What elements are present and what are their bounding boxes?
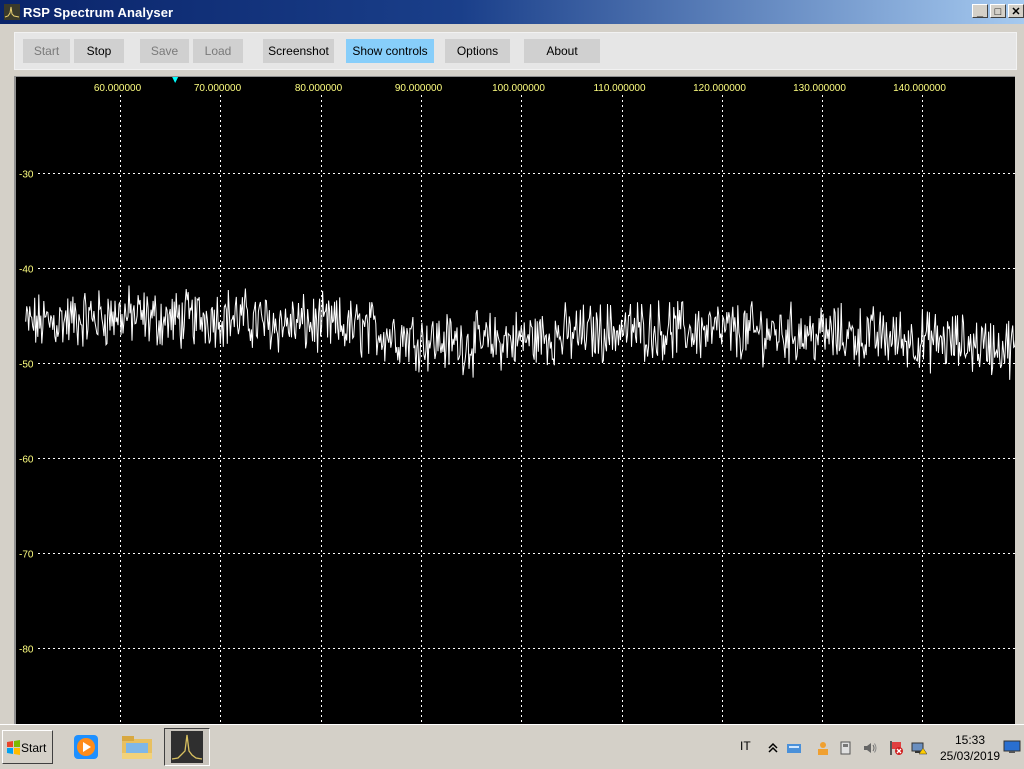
volume-icon[interactable] (862, 740, 878, 756)
about-button[interactable]: About (524, 39, 600, 63)
spectrum-plot[interactable]: 60.000000 70.000000 80.000000 90.000000 100.… (14, 76, 1015, 724)
x-tick-label: 90.000000 (395, 83, 443, 94)
x-tick-label: 140.000000 (893, 83, 946, 94)
frequency-marker[interactable] (172, 77, 179, 83)
x-tick-label: 130.000000 (793, 83, 846, 94)
clock-time[interactable]: 15:33 (955, 733, 985, 747)
x-tick-label: 60.000000 (94, 83, 142, 94)
taskbar: Start IT 15:33 25/03/2019 (0, 724, 1024, 769)
user-accounts-icon[interactable] (815, 740, 831, 756)
toolbar: Start Stop Save Load Screenshot Show con… (14, 32, 1017, 70)
spectrum-trace (25, 285, 1015, 380)
x-tick-label: 80.000000 (295, 83, 343, 94)
y-tick-label: -60 (19, 455, 34, 466)
start-label: Start (21, 741, 47, 755)
x-tick-label: 70.000000 (194, 83, 242, 94)
windows-logo-icon (7, 740, 20, 755)
y-tick-label: -30 (19, 170, 34, 181)
show-controls-button[interactable]: Show controls (346, 39, 434, 63)
client-area: Start Stop Save Load Screenshot Show con… (0, 24, 1024, 724)
spectrum-chart: 60.000000 70.000000 80.000000 90.000000 100.… (19, 77, 1015, 724)
maximize-button[interactable]: □ (990, 4, 1006, 18)
app-icon (4, 4, 20, 20)
load-button[interactable]: Load (193, 39, 243, 63)
start-menu-button[interactable]: Start (2, 730, 53, 764)
x-tick-label: 100.000000 (492, 83, 545, 94)
x-tick-label: 120.000000 (693, 83, 746, 94)
options-button[interactable]: Options (445, 39, 510, 63)
file-explorer-icon[interactable] (118, 729, 156, 765)
x-tick-label: 110.000000 (593, 83, 646, 94)
y-tick-label: -50 (19, 360, 34, 371)
show-hidden-icons-icon[interactable] (765, 740, 781, 756)
stop-button[interactable]: Stop (74, 39, 124, 63)
network-drive-icon[interactable] (786, 740, 802, 756)
clock-date[interactable]: 25/03/2019 (940, 749, 1000, 763)
save-button[interactable]: Save (140, 39, 189, 63)
y-tick-label: -80 (19, 645, 34, 656)
safely-remove-hardware-icon[interactable] (838, 740, 854, 756)
window-title: RSP Spectrum Analyser (23, 5, 174, 20)
y-tick-label: -70 (19, 550, 34, 561)
media-player-icon[interactable] (68, 729, 106, 765)
screenshot-button[interactable]: Screenshot (263, 39, 334, 63)
spectrum-analyser-icon (171, 731, 203, 763)
network-icon[interactable] (911, 740, 927, 756)
show-desktop-icon[interactable] (1003, 739, 1021, 755)
spectrum-analyser-task[interactable] (164, 728, 210, 766)
start-button[interactable]: Start (23, 39, 70, 63)
action-center-icon[interactable] (888, 740, 904, 756)
y-tick-label: -40 (19, 265, 34, 276)
minimize-button[interactable]: _ (972, 4, 988, 18)
language-indicator[interactable]: IT (740, 739, 751, 753)
close-button[interactable]: ✕ (1008, 4, 1024, 18)
window-title-bar[interactable]: RSP Spectrum Analyser _ □ ✕ (0, 0, 1024, 24)
